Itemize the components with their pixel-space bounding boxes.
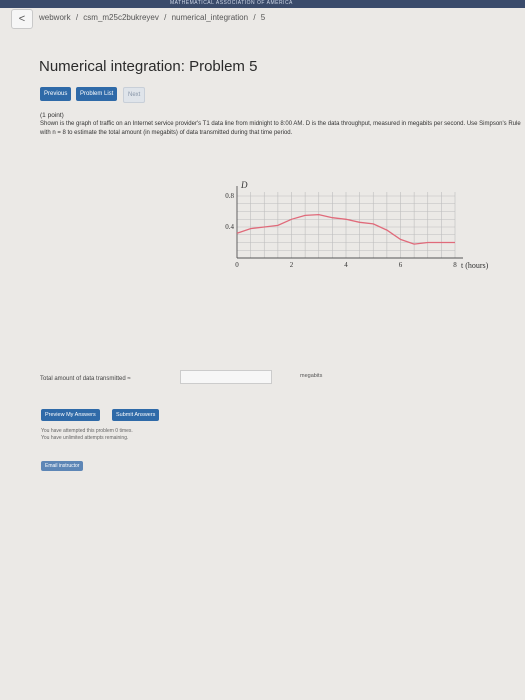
y-tick-label: 0.4 (225, 223, 234, 231)
remaining-info: You have unlimited attempts remaining. (41, 435, 129, 441)
x-axis-label: t (hours) (461, 261, 489, 270)
x-tick-label: 0 (235, 261, 239, 269)
answer-unit: megabits (300, 373, 323, 379)
traffic-graph: 0 2 4 6 8 0.4 0.8 D t (hours) (225, 180, 489, 270)
preview-button[interactable]: Preview My Answers (41, 409, 100, 421)
y-axis-label: D (240, 180, 248, 190)
email-instructor-button[interactable]: Email instructor (41, 461, 84, 471)
y-tick-label: 0.8 (225, 192, 234, 200)
attempts-info: You have attempted this problem 0 times. (41, 428, 133, 434)
x-tick-label: 8 (453, 261, 457, 269)
answer-label: Total amount of data transmitted ≈ (40, 376, 131, 382)
x-tick-label: 6 (399, 261, 403, 269)
submit-button[interactable]: Submit Answers (112, 409, 160, 421)
graph-grid (236, 192, 456, 259)
x-tick-label: 4 (344, 261, 348, 269)
graph-axes (236, 186, 463, 259)
x-tick-label: 2 (290, 261, 294, 269)
answer-input[interactable] (180, 370, 272, 384)
